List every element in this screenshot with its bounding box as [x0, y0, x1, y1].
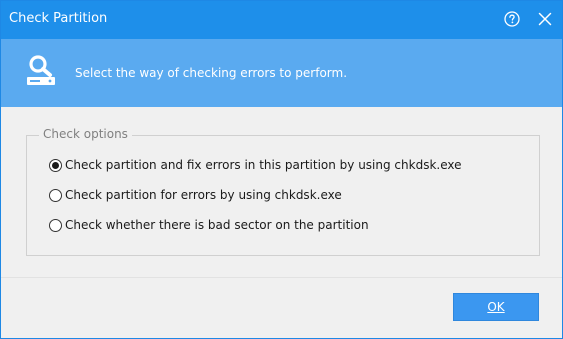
radio-button[interactable]	[49, 158, 62, 172]
disk-search-icon	[23, 53, 59, 89]
close-button[interactable]	[537, 11, 553, 27]
close-icon	[538, 12, 552, 26]
header-banner: Select the way of checking errors to per…	[1, 39, 562, 107]
help-icon	[504, 11, 520, 27]
help-button[interactable]	[504, 11, 520, 27]
radio-option-fix-errors[interactable]: Check partition and fix errors in this p…	[49, 156, 462, 174]
option-label: Check partition and fix errors in this p…	[65, 158, 462, 172]
group-legend: Check options	[39, 127, 132, 141]
radio-option-check-errors[interactable]: Check partition for errors by using chkd…	[49, 186, 342, 204]
radio-option-bad-sector[interactable]: Check whether there is bad sector on the…	[49, 216, 369, 234]
banner-instruction: Select the way of checking errors to per…	[75, 66, 348, 80]
radio-button[interactable]	[49, 188, 62, 202]
check-options-group: Check options Check partition and fix er…	[26, 127, 540, 256]
dialog-body: Check options Check partition and fix er…	[1, 107, 562, 338]
radio-button[interactable]	[49, 218, 62, 232]
ok-button[interactable]: OK	[453, 293, 539, 321]
footer-divider	[1, 277, 562, 278]
title-bar[interactable]: Check Partition	[1, 1, 562, 39]
option-label: Check whether there is bad sector on the…	[65, 218, 369, 232]
check-partition-dialog: Check Partition Select the way of checki…	[0, 0, 563, 339]
option-label: Check partition for errors by using chkd…	[65, 188, 342, 202]
window-title: Check Partition	[9, 11, 108, 26]
ok-button-label: OK	[487, 300, 505, 314]
